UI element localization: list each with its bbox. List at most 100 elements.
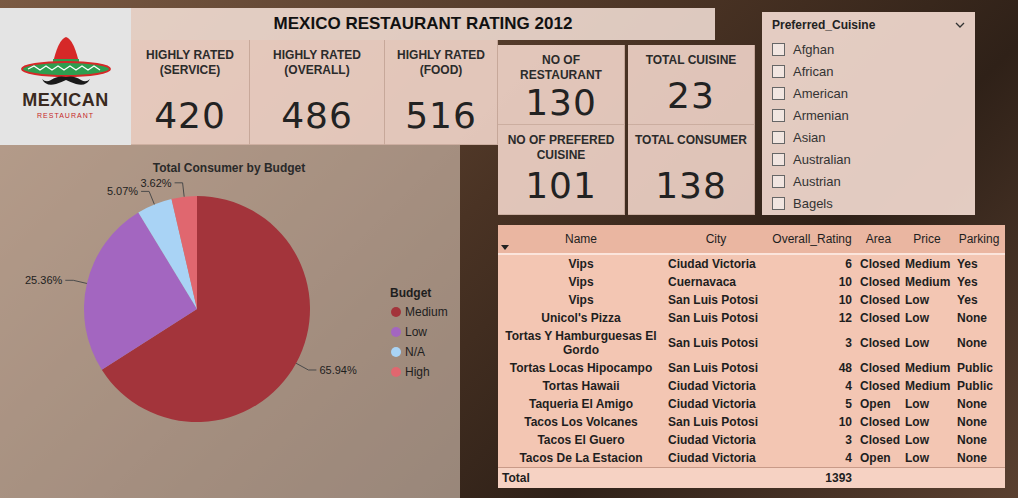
kpi-label: HIGHLY RATED (SERVICE): [137, 48, 243, 78]
kpi-value: 23: [667, 76, 715, 116]
slicer-item[interactable]: Asian: [772, 126, 965, 148]
kpi-value: 486: [281, 96, 353, 136]
table-cell: Tacos De La Estacion: [498, 449, 664, 468]
slicer-item[interactable]: American: [772, 82, 965, 104]
column-header[interactable]: Price: [901, 225, 953, 254]
table-cell: Low: [901, 327, 953, 359]
pie-slice[interactable]: [172, 196, 197, 309]
checkbox[interactable]: [772, 87, 785, 100]
kpi-card: NO OF RESTAURANT130: [498, 45, 625, 125]
table-cell: Ciudad Victoria: [664, 395, 768, 413]
column-header[interactable]: Name: [498, 225, 664, 254]
table-cell: San Luis Potosi: [664, 359, 768, 377]
table-cell: Public: [953, 359, 1005, 377]
table-cell: Tacos Los Volcanes: [498, 413, 664, 431]
table-row[interactable]: Tacos De La EstacionCiudad Victoria4Open…: [498, 449, 1005, 468]
table-row[interactable]: Tortas HawaiiCiudad Victoria4ClosedMediu…: [498, 377, 1005, 395]
leader-line: [175, 183, 185, 197]
legend-item[interactable]: N/A: [391, 345, 425, 359]
table-cell: Ciudad Victoria: [664, 431, 768, 449]
label-text: 3.62%: [140, 177, 171, 189]
table-cell: [856, 468, 901, 488]
table-cell: Cuernavaca: [664, 273, 768, 291]
kpi-value: 138: [655, 166, 727, 206]
slicer-item-label: Armenian: [793, 108, 849, 123]
logo-name: MEXICAN: [22, 90, 109, 110]
table-cell: Yes: [953, 273, 1005, 291]
slicer-item[interactable]: Armenian: [772, 104, 965, 126]
table-cell: San Luis Potosi: [664, 309, 768, 327]
label-text: 65.94%: [319, 364, 357, 376]
checkbox[interactable]: [772, 43, 785, 56]
dashboard: MEXICANRESTAURANTMEXICO RESTAURANT RATIN…: [0, 0, 1018, 498]
table-cell: Tacos El Guero: [498, 431, 664, 449]
data-label: 3.62%: [140, 177, 184, 197]
checkbox[interactable]: [772, 109, 785, 122]
table-cell: San Luis Potosi: [664, 413, 768, 431]
kpi-label: HIGHLY RATED (OVERALL): [256, 48, 378, 78]
checkbox[interactable]: [772, 153, 785, 166]
table-row[interactable]: Taqueria El AmigoCiudad Victoria5OpenLow…: [498, 395, 1005, 413]
table-cell: Yes: [953, 254, 1005, 273]
table-cell: Closed: [856, 309, 901, 327]
table-cell: Vips: [498, 291, 664, 309]
slicer-item[interactable]: African: [772, 60, 965, 82]
kpi-card: TOTAL CONSUMER138: [628, 125, 755, 215]
table-cell: Public: [953, 377, 1005, 395]
table-row[interactable]: Tacos Los VolcanesSan Luis Potosi10Close…: [498, 413, 1005, 431]
chevron-down-icon[interactable]: [955, 22, 965, 28]
table-cell: 3: [768, 327, 856, 359]
column-header[interactable]: Overall_Rating: [768, 225, 856, 254]
checkbox[interactable]: [772, 175, 785, 188]
table-row[interactable]: VipsCiudad Victoria6ClosedMediumYes: [498, 254, 1005, 273]
slicer-item-label: Australian: [793, 152, 851, 167]
table-row[interactable]: Tortas Y Hamburguesas El GordoSan Luis P…: [498, 327, 1005, 359]
table-row[interactable]: Tacos El GueroCiudad Victoria3ClosedLowN…: [498, 431, 1005, 449]
slicer-item[interactable]: Austrian: [772, 170, 965, 192]
table-cell: 10: [768, 273, 856, 291]
legend-item[interactable]: Low: [391, 325, 427, 339]
table-cell: Medium: [901, 377, 953, 395]
table-cell: Vips: [498, 254, 664, 273]
slicer-item-label: Bagels: [793, 196, 833, 211]
checkbox[interactable]: [772, 131, 785, 144]
slicer-item[interactable]: Australian: [772, 148, 965, 170]
legend-dot: [391, 307, 401, 317]
table-cell: 12: [768, 309, 856, 327]
legend-dot: [391, 367, 401, 377]
column-header[interactable]: City: [664, 225, 768, 254]
table-cell: 4: [768, 377, 856, 395]
slicer-header[interactable]: Preferred_Cuisine: [772, 12, 965, 38]
slicer-item-label: Austrian: [793, 174, 841, 189]
slicer-item[interactable]: Bagels: [772, 192, 965, 214]
column-header[interactable]: Parking: [953, 225, 1005, 254]
checkbox[interactable]: [772, 65, 785, 78]
legend-label: Low: [405, 325, 427, 339]
slicer-item-label: African: [793, 64, 833, 79]
legend-item[interactable]: Medium: [391, 305, 448, 319]
slicer-item[interactable]: Afghan: [772, 38, 965, 60]
table-cell: Ciudad Victoria: [664, 449, 768, 468]
table-cell: Closed: [856, 377, 901, 395]
pie-chart: Total Consumer by Budget65.94%25.36%5.07…: [0, 145, 460, 498]
table-cell: None: [953, 449, 1005, 468]
sort-icon[interactable]: [501, 245, 509, 250]
table-row[interactable]: VipsSan Luis Potosi10ClosedLowYes: [498, 291, 1005, 309]
table-cell: 4: [768, 449, 856, 468]
table-cell: Low: [901, 309, 953, 327]
legend-item[interactable]: High: [391, 365, 430, 379]
table-row[interactable]: Tortas Locas HipocampoSan Luis Potosi48C…: [498, 359, 1005, 377]
table-cell: Tortas Hawaii: [498, 377, 664, 395]
dashboard-title: MEXICO RESTAURANT RATING 2012: [131, 8, 715, 40]
kpi-label: NO OF PREFERED CUISINE: [504, 133, 618, 163]
column-header[interactable]: Area: [856, 225, 901, 254]
table-row[interactable]: Unicol's PizzaSan Luis Potosi12ClosedLow…: [498, 309, 1005, 327]
table-cell: Low: [901, 413, 953, 431]
table-cell: [664, 468, 768, 488]
legend-title: Budget: [390, 286, 431, 300]
checkbox[interactable]: [772, 197, 785, 210]
table-cell: Medium: [901, 254, 953, 273]
table-cell: Low: [901, 431, 953, 449]
leader-line: [65, 280, 87, 283]
table-row[interactable]: VipsCuernavaca10ClosedMediumYes: [498, 273, 1005, 291]
